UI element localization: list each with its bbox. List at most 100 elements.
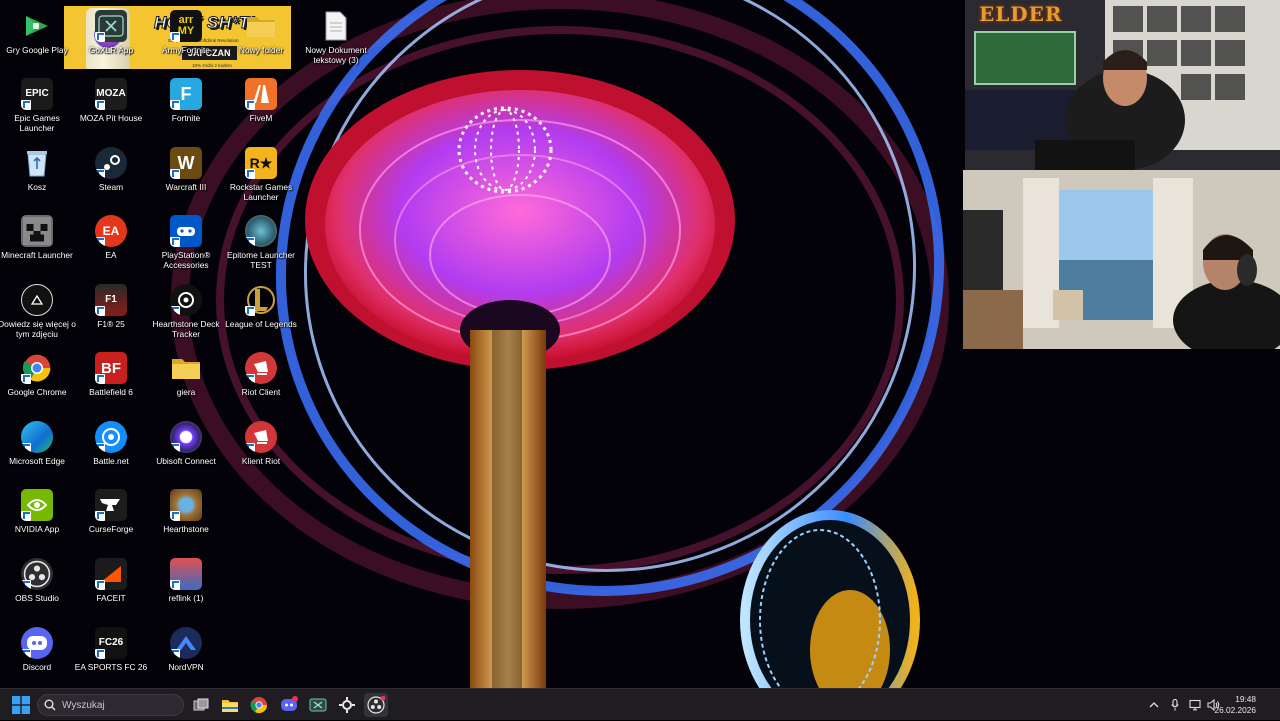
streamer-logo: ELDER xyxy=(979,2,1063,26)
goxlr-icon xyxy=(309,698,327,712)
desktop-icon-folder[interactable]: giera xyxy=(149,352,223,418)
show-hidden-icons-button[interactable] xyxy=(1146,689,1162,721)
desktop-icon-edge[interactable]: Microsoft Edge xyxy=(0,421,74,487)
desktop-icon-label: Fortnite xyxy=(171,113,201,123)
desktop: HOLY SH*T! Dołącz do The Softdrink Revol… xyxy=(0,0,1280,688)
ea-icon: EA xyxy=(95,215,127,247)
desktop-icon-label: Google Chrome xyxy=(7,387,67,397)
desktop-icon-riot[interactable]: Riot Client xyxy=(224,352,298,418)
desktop-icon-curseforge[interactable]: CurseForge xyxy=(74,489,148,555)
desktop-icon-label: PlayStation® Accessories xyxy=(161,250,211,270)
file-explorer-button[interactable] xyxy=(218,693,242,717)
desktop-icon-text-document[interactable]: Nowy Dokument tekstowy (3) xyxy=(299,10,373,76)
desktop-icon-rockstar[interactable]: R★ Rockstar Games Launcher xyxy=(224,147,298,213)
task-view-button[interactable] xyxy=(189,693,213,717)
desktop-icon-fc26[interactable]: FC26 EA SPORTS FC 26 xyxy=(74,627,148,688)
desktop-icon-label: Epitome Launcher TEST xyxy=(227,250,295,270)
desktop-icon-chrome[interactable]: Google Chrome xyxy=(0,352,74,418)
desktop-icon-spotlight-info[interactable]: Dowiedz się więcej o tym zdjęciu xyxy=(0,284,76,350)
desktop-icon-riot[interactable]: Klient Riot xyxy=(224,421,298,487)
shortcut-arrow-icon xyxy=(95,374,105,384)
google-play-games-icon xyxy=(21,10,53,42)
armyfortnite-icon: arr MY xyxy=(170,10,202,42)
desktop-icon-faceit[interactable]: FACEIT xyxy=(74,558,148,624)
steelseries-icon xyxy=(339,697,355,713)
goxlr-icon xyxy=(95,10,127,42)
nvidia-icon xyxy=(21,489,53,521)
obs-taskbar-button[interactable] xyxy=(364,693,388,717)
desktop-icon-warcraft[interactable]: W Warcraft III xyxy=(149,147,223,213)
desktop-icon-hearthstone[interactable]: Hearthstone xyxy=(149,489,223,555)
desktop-icon-label: Hearthstone Deck Tracker xyxy=(152,319,220,339)
microphone-tray-button[interactable] xyxy=(1168,689,1182,721)
desktop-icon-f1[interactable]: F1 F1® 25 xyxy=(74,284,148,350)
shortcut-arrow-icon xyxy=(245,237,255,247)
obs-icon xyxy=(367,696,385,714)
spotlight-info-icon xyxy=(21,284,53,316)
desktop-icon-folder[interactable]: Nowy folder xyxy=(224,10,298,76)
clock[interactable]: 19:48 26.02.2026 xyxy=(1214,694,1256,716)
desktop-icon-recycle-bin[interactable]: Kosz xyxy=(0,147,74,213)
network-tray-button[interactable] xyxy=(1188,689,1202,721)
desktop-icon-league[interactable]: League of Legends xyxy=(224,284,298,350)
rockstar-icon: R★ xyxy=(245,147,277,179)
desktop-icon-steam[interactable]: Steam xyxy=(74,147,148,213)
desktop-icon-fivem[interactable]: FiveM xyxy=(224,78,298,144)
desktop-icon-label: Discord xyxy=(22,662,52,672)
search-placeholder: Wyszukaj xyxy=(62,699,105,711)
desktop-icon-reflink[interactable]: reflink (1) xyxy=(149,558,223,624)
shortcut-arrow-icon xyxy=(95,100,105,110)
shortcut-arrow-icon xyxy=(95,511,105,521)
desktop-icon-label: Nowy Dokument tekstowy (3) xyxy=(305,45,367,65)
desktop-icon-label: Hearthstone xyxy=(163,524,209,534)
chrome-taskbar-button[interactable] xyxy=(247,693,271,717)
desktop-icon-minecraft[interactable]: Minecraft Launcher xyxy=(0,215,74,281)
desktop-icon-ea[interactable]: EA EA xyxy=(74,215,148,281)
desktop-icon-nordvpn[interactable]: NordVPN xyxy=(149,627,223,688)
desktop-icon-epitome[interactable]: Epitome Launcher TEST xyxy=(224,215,298,281)
start-button[interactable] xyxy=(9,693,33,717)
shortcut-arrow-icon xyxy=(170,32,180,42)
desktop-icon-epic-games[interactable]: EPIC Epic Games Launcher xyxy=(0,78,74,144)
desktop-icon-discord[interactable]: Discord xyxy=(0,627,74,688)
search-icon xyxy=(44,699,56,711)
steelseries-taskbar-button[interactable] xyxy=(335,693,359,717)
recycle-bin-icon xyxy=(21,147,53,179)
shortcut-arrow-icon xyxy=(245,443,255,453)
desktop-icon-fortnite[interactable]: F Fortnite xyxy=(149,78,223,144)
shortcut-arrow-icon xyxy=(245,100,255,110)
shortcut-arrow-icon xyxy=(170,511,180,521)
desktop-icon-label: NordVPN xyxy=(168,662,204,672)
faceit-icon xyxy=(95,558,127,590)
desktop-icon-nvidia[interactable]: NVIDIA App xyxy=(0,489,74,555)
windows-logo-icon xyxy=(12,696,30,714)
desktop-icon-armyfortnite[interactable]: arr MY ArmyFortnite xyxy=(149,10,223,76)
desktop-icon-ubisoft[interactable]: Ubisoft Connect xyxy=(149,421,223,487)
taskbar-search[interactable]: Wyszukaj xyxy=(37,694,184,716)
desktop-icon-obs[interactable]: OBS Studio xyxy=(0,558,74,624)
webcam-bottom xyxy=(963,170,1280,349)
desktop-icon-playstation[interactable]: PlayStation® Accessories xyxy=(149,215,223,281)
webcam-top: ELDER xyxy=(965,0,1280,170)
riot-icon xyxy=(245,352,277,384)
desktop-icon-goxlr[interactable]: GoXLR App xyxy=(74,10,148,76)
nordvpn-icon xyxy=(170,627,202,659)
battlenet-icon xyxy=(95,421,127,453)
desktop-icon-label: Klient Riot xyxy=(241,456,281,466)
desktop-icon-moza[interactable]: MOZA MOZA Pit House xyxy=(74,78,148,144)
desktop-icon-hdt[interactable]: Hearthstone Deck Tracker xyxy=(149,284,223,350)
reflink-icon xyxy=(170,558,202,590)
shortcut-arrow-icon xyxy=(170,649,180,659)
microphone-icon xyxy=(1171,699,1179,711)
shortcut-arrow-icon xyxy=(170,580,180,590)
desktop-icon-label: Nowy folder xyxy=(238,45,284,55)
discord-taskbar-button[interactable] xyxy=(277,693,301,717)
desktop-icon-battlefield[interactable]: BF Battlefield 6 xyxy=(74,352,148,418)
desktop-icon-label: Kosz xyxy=(27,182,47,192)
shortcut-arrow-icon xyxy=(21,649,31,659)
desktop-icon-label: reflink (1) xyxy=(168,593,204,603)
desktop-icon-battlenet[interactable]: Battle.net xyxy=(74,421,148,487)
desktop-icon-label: Epic Games Launcher xyxy=(14,113,60,133)
goxlr-taskbar-button[interactable] xyxy=(306,693,330,717)
desktop-icon-google-play-games[interactable]: Gry Google Play xyxy=(0,10,74,76)
